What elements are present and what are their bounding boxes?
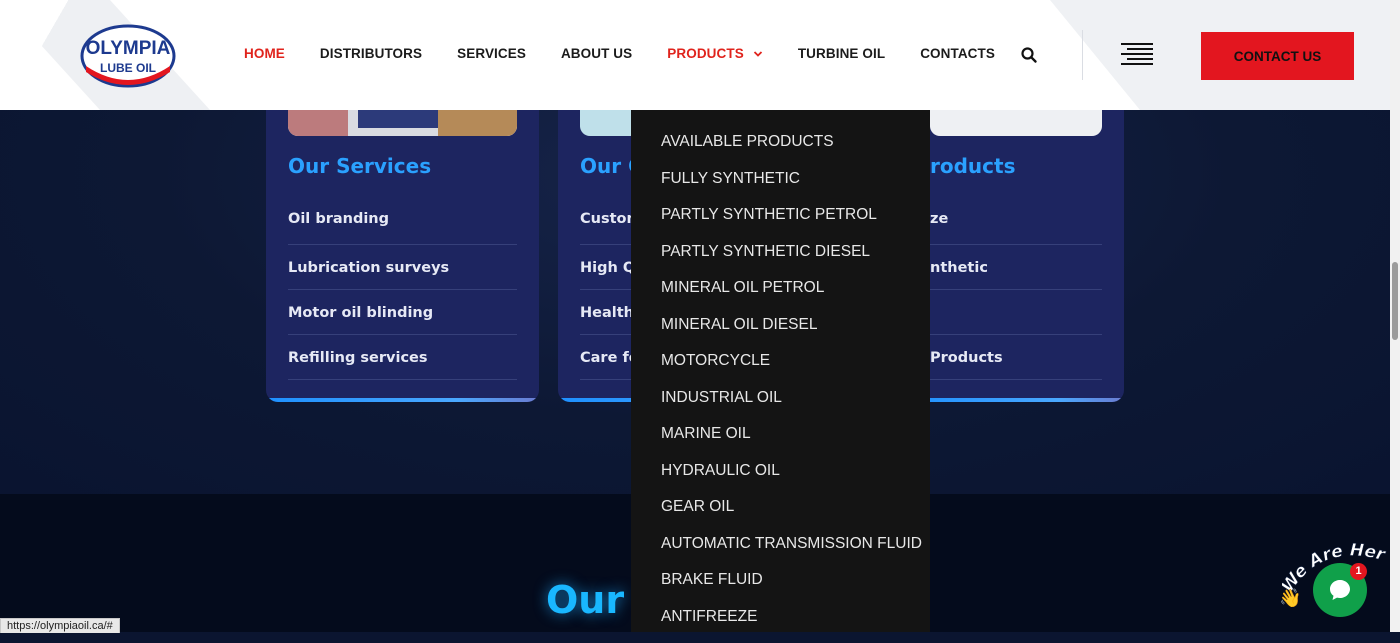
menu-item-automatic-transmission-fluid[interactable]: AUTOMATIC TRANSMISSION FLUID	[661, 534, 922, 571]
menu-item-gear-oil[interactable]: GEAR OIL	[661, 497, 922, 534]
list-item[interactable]: Motor oil blinding	[288, 290, 517, 335]
contact-us-button[interactable]: CONTACT US	[1201, 32, 1354, 80]
logo-text-top: OLYMPIA	[86, 38, 171, 59]
menu-item-industrial-oil[interactable]: INDUSTRIAL OIL	[661, 388, 922, 425]
list-item[interactable]: nthetic	[930, 245, 1102, 290]
menu-item-partly-synthetic-petrol[interactable]: PARTLY SYNTHETIC PETROL	[661, 205, 922, 242]
list-item[interactable]: Lubrication surveys	[288, 245, 517, 290]
services-list: Oil branding Lubrication surveys Motor o…	[288, 200, 517, 380]
card-accent-bar	[266, 398, 539, 402]
main-nav: HOME DISTRIBUTORS SERVICES ABOUT US PROD…	[244, 46, 1030, 61]
menu-item-marine-oil[interactable]: MARINE OIL	[661, 424, 922, 461]
menu-item-mineral-oil-petrol[interactable]: MINERAL OIL PETROL	[661, 278, 922, 315]
menu-item-hydraulic-oil[interactable]: HYDRAULIC OIL	[661, 461, 922, 498]
section-heading: Our	[546, 578, 624, 622]
nav-turbine-oil[interactable]: TURBINE OIL	[798, 46, 885, 61]
menu-item-antifreeze[interactable]: ANTIFREEZE	[661, 607, 922, 643]
logo-text-bottom: LUBE OIL	[100, 61, 156, 75]
header-divider	[1082, 30, 1083, 80]
nav-distributors[interactable]: DISTRIBUTORS	[320, 46, 422, 61]
list-item[interactable]: Products	[930, 335, 1102, 380]
scrollbar-thumb[interactable]	[1392, 262, 1398, 340]
menu-item-available-products[interactable]: AVAILABLE PRODUCTS	[661, 132, 922, 169]
products-card: roducts ze nthetic Products	[905, 60, 1124, 402]
nav-services[interactable]: SERVICES	[457, 46, 526, 61]
list-item[interactable]: Oil branding	[288, 200, 517, 245]
chat-bubble-icon	[1327, 577, 1353, 603]
nav-products-label: PRODUCTS	[667, 46, 744, 61]
hamburger-menu-icon[interactable]	[1121, 43, 1153, 67]
nav-contacts[interactable]: CONTACTS	[920, 46, 995, 61]
nav-about-us[interactable]: ABOUT US	[561, 46, 632, 61]
browser-status-url: https://olympiaoil.ca/#	[0, 618, 120, 633]
list-item[interactable]: ze	[930, 200, 1102, 245]
waving-hand-icon: 👋	[1279, 588, 1301, 609]
list-item[interactable]	[930, 290, 1102, 335]
card-accent-bar	[905, 398, 1124, 402]
list-item[interactable]: Refilling services	[288, 335, 517, 380]
products-list: ze nthetic Products	[930, 200, 1102, 380]
products-dropdown-menu: AVAILABLE PRODUCTS FULLY SYNTHETIC PARTL…	[631, 110, 930, 632]
menu-item-fully-synthetic[interactable]: FULLY SYNTHETIC	[661, 169, 922, 206]
products-menu-list: AVAILABLE PRODUCTS FULLY SYNTHETIC PARTL…	[661, 132, 922, 643]
search-icon[interactable]	[1020, 46, 1038, 64]
chat-notification-badge: 1	[1350, 563, 1367, 580]
menu-item-mineral-oil-diesel[interactable]: MINERAL OIL DIESEL	[661, 315, 922, 352]
nav-products[interactable]: PRODUCTS	[667, 46, 763, 61]
menu-item-brake-fluid[interactable]: BRAKE FLUID	[661, 570, 922, 607]
logo-graphic: OLYMPIA LUBE OIL	[80, 24, 176, 88]
services-card: Our Services Oil branding Lubrication su…	[266, 60, 539, 402]
nav-home[interactable]: HOME	[244, 46, 285, 61]
chevron-down-icon	[753, 49, 763, 59]
olympia-logo[interactable]: OLYMPIA LUBE OIL	[80, 24, 176, 88]
products-card-title: roducts	[930, 154, 1015, 178]
menu-item-motorcycle[interactable]: MOTORCYCLE	[661, 351, 922, 388]
services-card-title: Our Services	[288, 154, 431, 178]
site-header: OLYMPIA LUBE OIL HOME DISTRIBUTORS SERVI…	[0, 0, 1390, 110]
menu-item-partly-synthetic-diesel[interactable]: PARTLY SYNTHETIC DIESEL	[661, 242, 922, 279]
